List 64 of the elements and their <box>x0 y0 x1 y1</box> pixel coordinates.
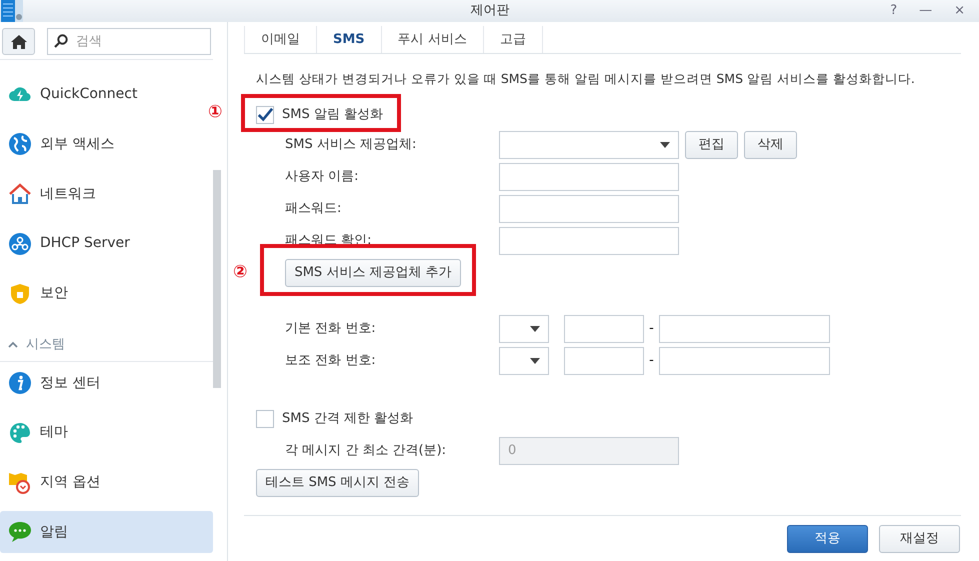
caret-icon <box>530 326 540 332</box>
dropdown[interactable] <box>499 315 549 343</box>
field-label: 각 메시지 간 최소 간격(분): <box>285 442 448 460</box>
window-control[interactable]: — <box>919 1 932 21</box>
apply-button[interactable]: 적용 <box>787 524 868 552</box>
network-icon <box>8 232 32 256</box>
reset-button[interactable]: 재설정 <box>879 524 960 552</box>
button[interactable]: SMS 서비스 제공업체 추가 <box>285 259 461 287</box>
sidebar-item[interactable]: 네트워크 <box>0 173 213 215</box>
button[interactable]: 삭제 <box>744 131 797 159</box>
input-field[interactable] <box>659 347 830 375</box>
checkmark-icon <box>257 107 273 123</box>
map-clock-icon <box>8 470 32 494</box>
globe-icon <box>8 132 32 156</box>
dropdown[interactable] <box>499 347 549 375</box>
field-label: SMS 서비스 제공업체: <box>285 136 418 154</box>
house-icon <box>8 182 32 206</box>
tab[interactable]: 고급 <box>484 26 543 53</box>
field-label: 기본 전화 번호: <box>285 320 377 338</box>
control-panel-icon <box>1 0 23 22</box>
search-field[interactable]: 검색 <box>47 28 211 55</box>
annotation-number: ② <box>233 261 248 284</box>
window-control[interactable]: ? <box>890 1 898 21</box>
info-icon <box>8 371 32 396</box>
sidebar-item[interactable]: 알림 <box>0 511 213 554</box>
search-icon <box>54 34 68 48</box>
sidebar-item[interactable]: DHCP Server <box>0 222 213 265</box>
input-field[interactable] <box>564 315 644 343</box>
field-label: 사용자 이름: <box>285 168 360 186</box>
button[interactable]: 테스트 SMS 메시지 전송 <box>256 469 419 497</box>
home-button[interactable] <box>2 28 35 55</box>
tab[interactable]: 푸시 서비스 <box>382 26 484 53</box>
shield-icon <box>8 282 32 306</box>
separator: - <box>648 352 655 370</box>
button[interactable]: 편집 <box>685 131 738 159</box>
caret-icon <box>660 142 670 148</box>
input-field[interactable] <box>499 195 679 223</box>
input-field[interactable] <box>659 315 830 343</box>
window-control[interactable]: × <box>954 1 965 21</box>
sidebar-item[interactable]: 보안 <box>0 272 213 314</box>
section-label: 시스템 <box>26 336 65 354</box>
caret-icon <box>530 358 540 364</box>
checkbox-label: SMS 알림 활성화 <box>282 106 383 124</box>
sidebar-item[interactable]: 정보 센터 <box>0 362 213 404</box>
field-label: 보조 전화 번호: <box>285 352 377 370</box>
input-field[interactable] <box>499 163 679 191</box>
field-label: 패스워드: <box>285 200 342 218</box>
palette-icon <box>8 420 32 445</box>
input-field[interactable] <box>564 347 644 375</box>
sidebar-item[interactable]: 외부 액세스 <box>0 124 213 166</box>
sidebar-item[interactable]: 지역 옵션 <box>0 462 213 504</box>
home-icon <box>10 34 26 50</box>
annotation-number: ① <box>208 101 222 124</box>
window-title: 제어판 <box>470 2 510 20</box>
checkbox[interactable] <box>256 106 274 124</box>
input-field[interactable] <box>499 227 679 255</box>
speech-bubble-icon <box>8 520 32 544</box>
tab[interactable]: SMS <box>317 26 382 53</box>
checkbox-label: SMS 간격 제한 활성화 <box>282 410 414 428</box>
sidebar-item[interactable]: 테마 <box>0 412 213 454</box>
description: 시스템 상태가 변경되거나 오류가 있을 때 SMS를 통해 알림 메시지를 받으려면 SMS 알림 서비스를 활성화합니다. <box>256 70 916 88</box>
checkbox[interactable] <box>256 410 274 428</box>
tab[interactable]: 이메일 <box>244 26 317 53</box>
separator: - <box>648 320 655 338</box>
